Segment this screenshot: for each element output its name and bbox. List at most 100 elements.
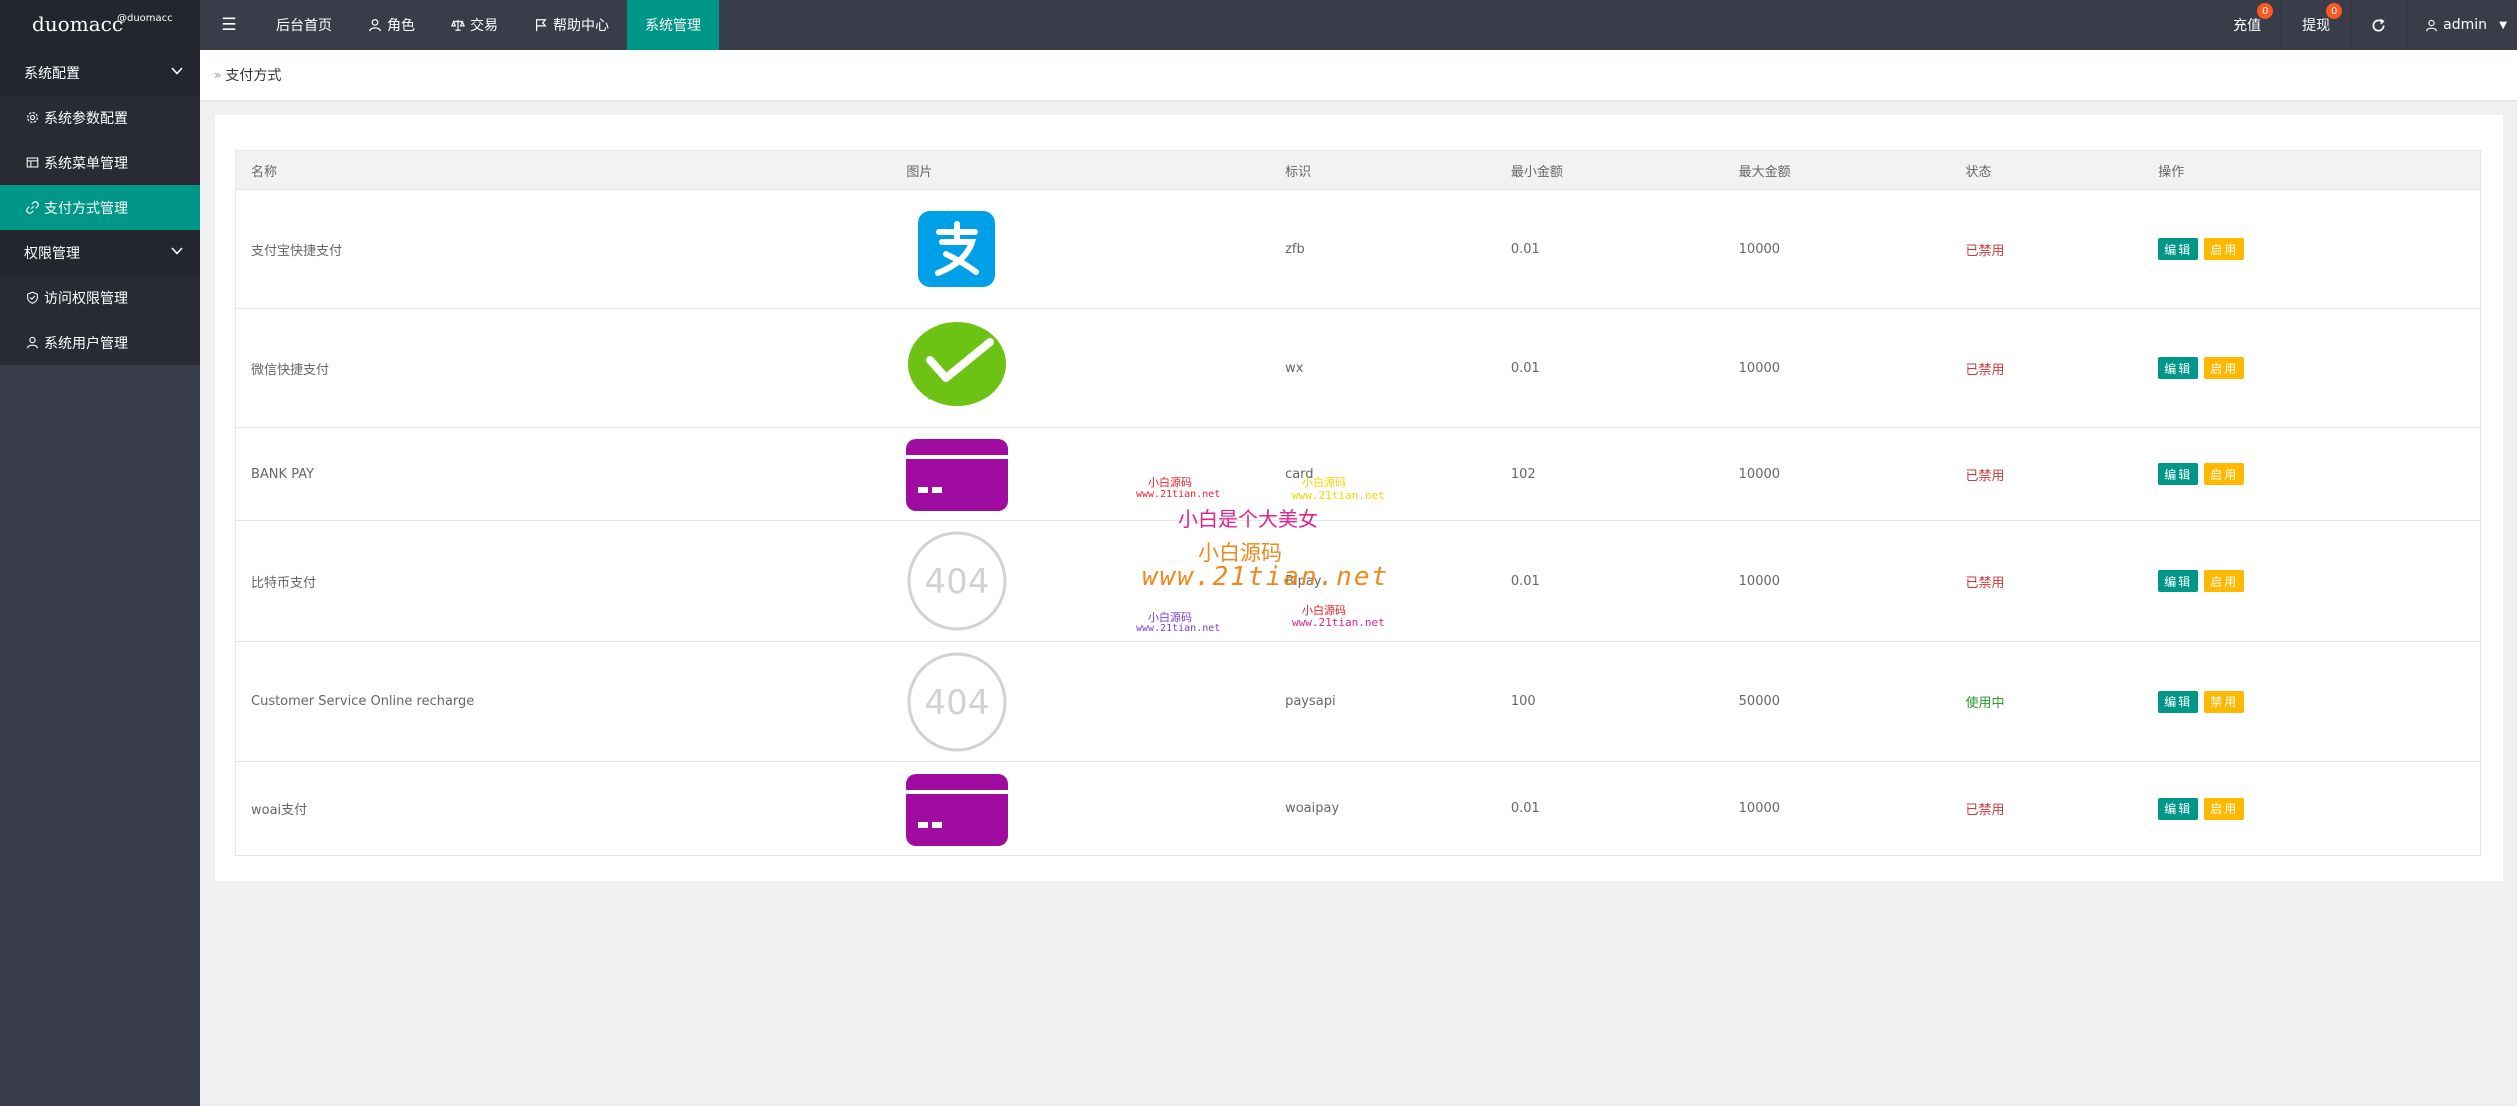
enable-button[interactable]: 启用 [2204, 463, 2245, 485]
withdraw-badge: 0 [2326, 3, 2343, 19]
row-actions: 编辑 启用 [2143, 428, 2480, 520]
col-status: 状态 [1965, 164, 1992, 180]
row-min: 102 [1510, 466, 1536, 482]
row-max: 10000 [1738, 801, 1781, 816]
row-min: 0.01 [1510, 241, 1540, 257]
row-max: 10000 [1738, 241, 1781, 257]
sidebar-item-users[interactable]: 系统用户管理 [0, 320, 200, 365]
enable-button[interactable]: 启用 [2204, 238, 2245, 260]
user-menu[interactable]: admin ▼ [2407, 0, 2517, 50]
sidebar-item-payment[interactable]: 支付方式管理 [0, 185, 200, 230]
bank-card-icon [906, 439, 1009, 511]
row-actions: 编辑 启用 [2143, 521, 2480, 641]
watermark-text: www.21tian.net [1292, 489, 1385, 502]
enable-button[interactable]: 启用 [2204, 357, 2245, 379]
top-header: duomacc @duomacc ☰ 后台首页 角色 交易 帮助中心 系统管理 … [0, 0, 2517, 50]
enable-button[interactable]: 启用 [2204, 797, 2245, 820]
edit-button[interactable]: 编辑 [2158, 570, 2199, 592]
logo[interactable]: duomacc @duomacc [0, 0, 200, 50]
row-min: 0.01 [1510, 573, 1540, 589]
table-row: woai支付 woaipay 0.01 10000 已禁用 编辑 启用 [236, 762, 2480, 855]
sidebar-group-system-config[interactable]: 系统配置 [0, 50, 200, 95]
edit-button[interactable]: 编辑 [2158, 357, 2199, 379]
user-name: admin [2443, 17, 2487, 33]
sidebar-group-label: 系统配置 [24, 65, 80, 82]
not-found-404-icon: 404 [907, 531, 1007, 631]
row-actions: 编辑 启用 [2143, 190, 2480, 308]
row-min: 100 [1510, 694, 1536, 709]
recharge-button[interactable]: 充值 0 [2213, 0, 2281, 50]
sidebar-item-menu[interactable]: 系统菜单管理 [0, 140, 200, 185]
table-header: 名称 图片 标识 最小金额 最大金额 状态 操作 [236, 151, 2480, 190]
row-max: 10000 [1738, 360, 1781, 376]
row-status-cell: 已禁用 [1950, 428, 2143, 520]
col-min: 最小金额 [1510, 164, 1563, 180]
user-icon [2426, 19, 2438, 31]
status-badge: 已禁用 [1965, 362, 2005, 378]
sidebar-item-params[interactable]: 系统参数配置 [0, 95, 200, 140]
row-max: 10000 [1738, 573, 1781, 589]
svg-text:404: 404 [925, 562, 990, 602]
row-image [891, 190, 1270, 308]
nav-home[interactable]: 后台首页 [258, 0, 350, 50]
disable-button[interactable]: 禁用 [2204, 690, 2245, 713]
header-right: 充值 0 提现 0 admin ▼ [2213, 0, 2517, 50]
nav-help[interactable]: 帮助中心 [516, 0, 627, 50]
row-actions: 编辑 启用 [2143, 762, 2480, 855]
col-code: 标识 [1285, 164, 1312, 180]
nav-trade-label: 交易 [470, 18, 498, 34]
watermark-text: www.21tian.net [1142, 562, 1390, 592]
sidebar-group-permissions[interactable]: 权限管理 [0, 230, 200, 275]
top-nav: 后台首页 角色 交易 帮助中心 系统管理 [258, 0, 719, 50]
chevron-down-icon [171, 247, 183, 255]
nav-trade[interactable]: 交易 [433, 0, 516, 50]
row-status-cell: 已禁用 [1950, 190, 2143, 308]
row-status-cell: 已禁用 [1950, 521, 2143, 641]
edit-button[interactable]: 编辑 [2158, 238, 2199, 260]
col-image: 图片 [906, 164, 933, 180]
status-badge: 已禁用 [1965, 575, 2005, 591]
flag-icon [536, 19, 547, 32]
row-actions: 编辑 启用 [2143, 309, 2480, 427]
svg-text:404: 404 [925, 683, 990, 723]
table-row: Customer Service Online recharge 404 pay… [236, 642, 2480, 762]
recharge-label: 充值 [2233, 18, 2262, 34]
breadcrumb: » 支付方式 [200, 50, 2517, 100]
table-row: 微信快捷支付 wx 0.01 10000 已禁用 编辑 启用 [236, 309, 2480, 428]
nav-role[interactable]: 角色 [350, 0, 433, 50]
col-actions: 操作 [2158, 164, 2185, 180]
row-name: BANK PAY [251, 466, 315, 482]
sidebar-group-label: 权限管理 [24, 245, 80, 262]
edit-button[interactable]: 编辑 [2158, 690, 2199, 713]
logo-sup: @duomacc [117, 13, 173, 24]
withdraw-button[interactable]: 提现 0 [2282, 0, 2350, 50]
logo-text: duomacc [32, 12, 124, 36]
edit-button[interactable]: 编辑 [2158, 797, 2199, 820]
nav-home-label: 后台首页 [276, 18, 332, 34]
table-row: BANK PAY card 102 10000 已禁用 编辑 启用 [236, 428, 2480, 521]
enable-button[interactable]: 启用 [2204, 570, 2245, 592]
refresh-button[interactable] [2351, 0, 2406, 50]
user-icon [369, 18, 381, 32]
row-image: 404 [891, 642, 1270, 761]
row-status-cell: 已禁用 [1950, 309, 2143, 427]
row-status-cell: 已禁用 [1950, 762, 2143, 855]
nav-help-label: 帮助中心 [553, 18, 609, 34]
alipay-icon [918, 211, 996, 287]
row-name: 支付宝快捷支付 [251, 243, 343, 259]
nav-system-label: 系统管理 [645, 18, 701, 34]
edit-button[interactable]: 编辑 [2158, 463, 2199, 485]
row-code: woaipay [1285, 801, 1340, 816]
menu-toggle-button[interactable]: ☰ [200, 0, 258, 50]
sidebar-item-access[interactable]: 访问权限管理 [0, 275, 200, 320]
nav-system[interactable]: 系统管理 [627, 0, 719, 50]
sidebar-item-label: 支付方式管理 [44, 200, 128, 217]
user-icon [27, 336, 38, 349]
withdraw-label: 提现 [2302, 18, 2331, 34]
gear-icon [27, 112, 38, 123]
sidebar-item-label: 系统用户管理 [44, 335, 128, 352]
row-code: zfb [1285, 241, 1305, 257]
caret-down-icon: ▼ [2499, 20, 2507, 31]
breadcrumb-current: 支付方式 [225, 68, 282, 84]
wechat-icon [908, 322, 1007, 406]
